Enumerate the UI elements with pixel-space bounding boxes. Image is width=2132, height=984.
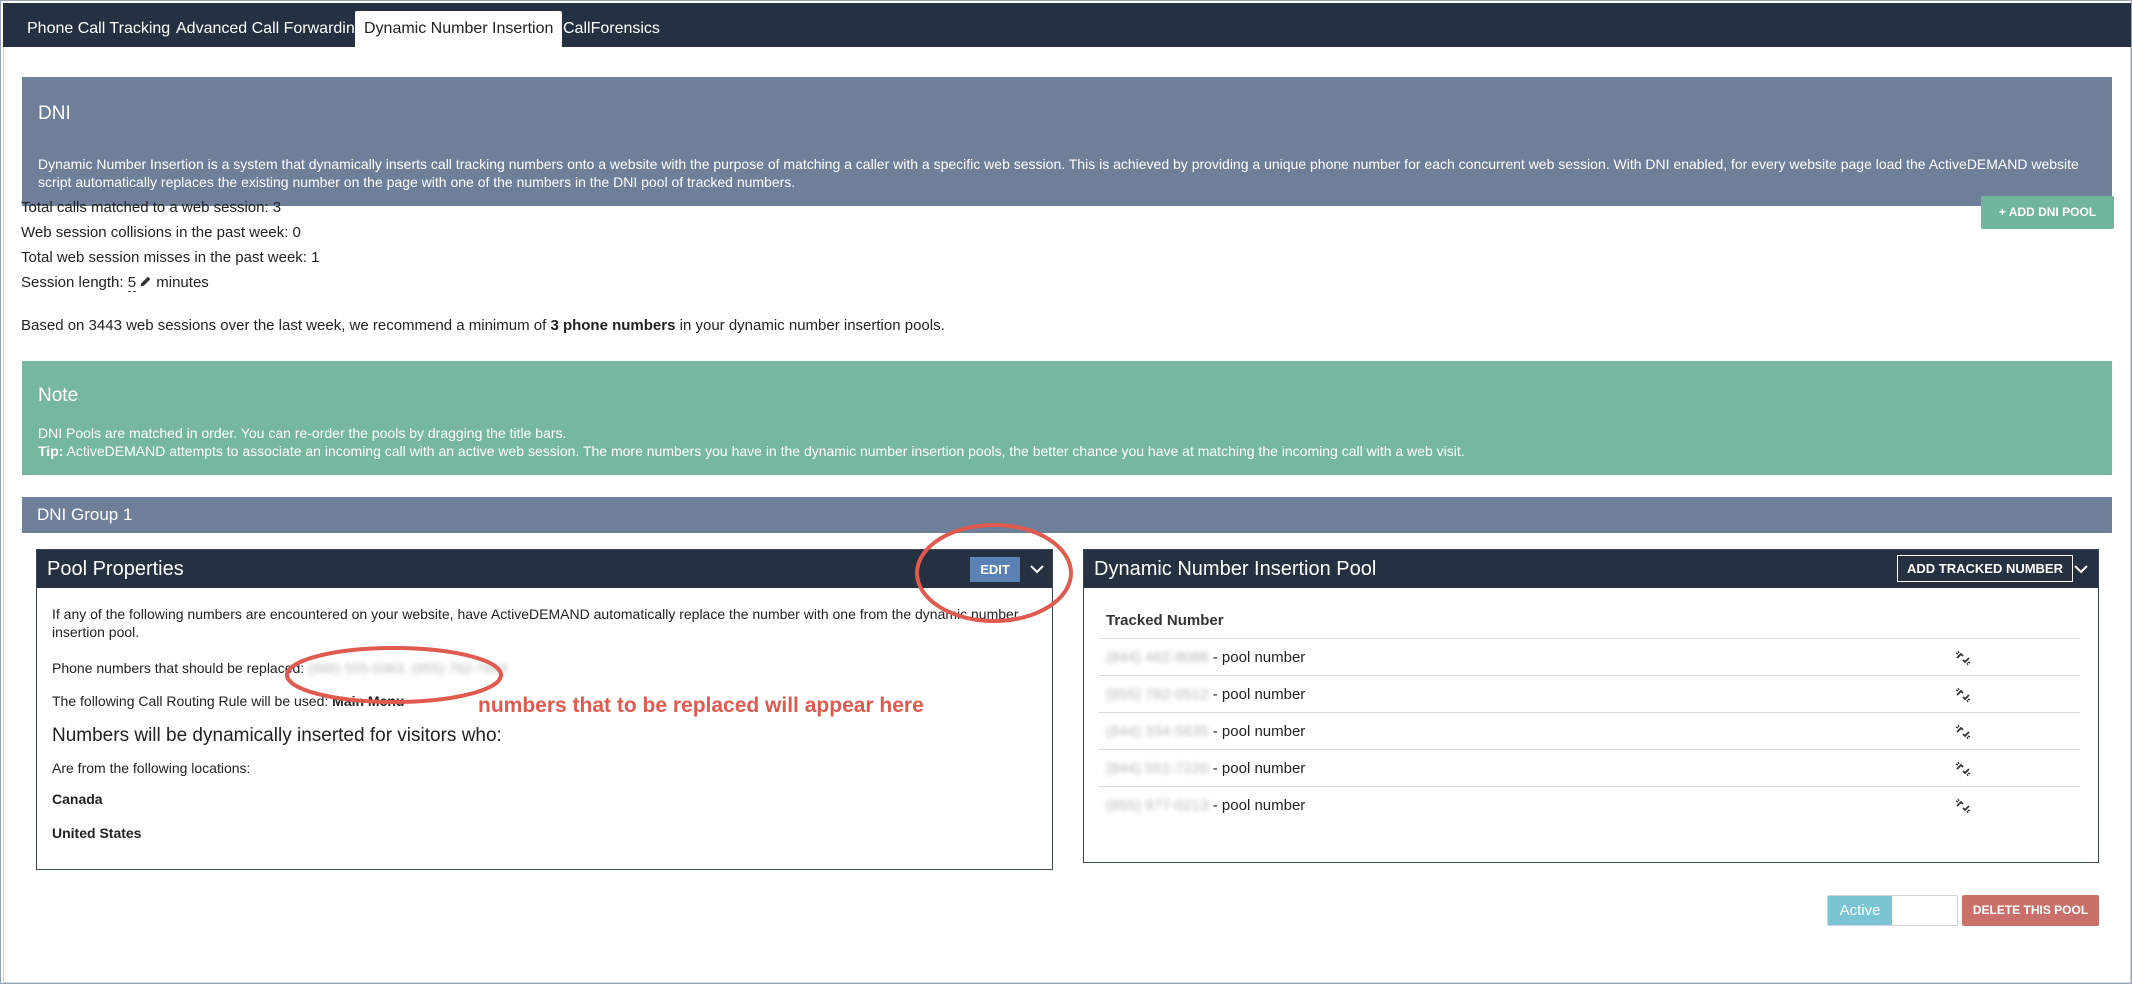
app-frame: Phone Call Tracking Advanced Call Forwar… — [0, 0, 2132, 984]
annotation-overlay — [285, 523, 1073, 704]
annotation-circle-numbers — [285, 646, 503, 704]
annotation-caption: numbers that to be replaced will appear … — [478, 694, 924, 717]
annotation-circle-edit — [915, 523, 1073, 623]
